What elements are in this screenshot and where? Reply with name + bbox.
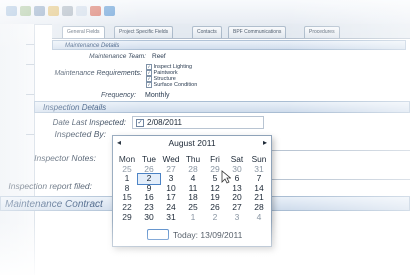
date-value: 2/08/2011: [147, 118, 182, 127]
section-title: Maintenance Details: [65, 43, 120, 49]
sidebar: [0, 24, 35, 275]
tab-bpf-communications[interactable]: BPF Communications: [228, 26, 287, 38]
back-icon[interactable]: [6, 6, 17, 16]
toolbar: [0, 0, 410, 25]
date-last-inspected-label: Date Last Inspected:: [52, 118, 126, 127]
maintenance-requirements-label: Maintenance Requirements:: [54, 70, 142, 77]
calendar-day[interactable]: 2: [204, 212, 226, 223]
calendar-grid: Mon Tue Wed Thu Fri Sat Sun 25 26 27 28 29 30…: [116, 154, 270, 223]
tab-contacts[interactable]: Contacts: [192, 26, 222, 38]
inspection-details-header: Inspection Details: [34, 101, 410, 113]
requirement-label: Surface Condition: [153, 82, 198, 88]
inspection-report-filed-label: Inspection report filed:: [8, 181, 92, 191]
calendar-weeks: 25 26 27 28 29 30 31 1 2 3 4 5 6 7 8 9 10 11 12 13 14 15 16 17 1…: [116, 164, 270, 223]
calendar-month-label[interactable]: August 2011: [113, 138, 271, 148]
requirement-item[interactable]: ✓ Surface Condition: [146, 82, 216, 88]
requirements-list: ✓ Inspect Lighting ✓ Paintwork ✓ Structu…: [146, 64, 216, 88]
home-icon[interactable]: [34, 6, 45, 16]
section-title: Inspection Details: [43, 103, 107, 112]
forward-icon[interactable]: [20, 6, 31, 16]
tab-strip: General Fields Project Specific Fields C…: [52, 24, 410, 39]
calendar-day[interactable]: 1: [182, 212, 204, 223]
next-month-icon[interactable]: ▸: [263, 138, 267, 147]
inspector-notes-field[interactable]: [272, 150, 410, 180]
calendar-day[interactable]: 3: [226, 212, 248, 223]
inspector-notes-label: Inspector Notes:: [34, 153, 96, 163]
print-icon[interactable]: [62, 6, 73, 16]
maintenance-team-label: Maintenance Team:: [89, 53, 146, 60]
section-title: Maintenance Contract: [5, 199, 103, 210]
delete-icon[interactable]: [90, 6, 101, 16]
maintenance-details-header: Maintenance Details: [52, 40, 406, 50]
tab-general-fields[interactable]: General Fields: [62, 26, 105, 38]
calendar-checkbox-icon[interactable]: ✓: [136, 119, 144, 127]
tab-procedures[interactable]: Procedures: [304, 26, 340, 38]
checkbox-icon[interactable]: ✓: [146, 82, 152, 88]
tab-project-specific-fields[interactable]: Project Specific Fields: [114, 26, 174, 38]
date-last-inspected-field[interactable]: ✓ 2/08/2011: [132, 116, 264, 129]
mail-icon[interactable]: [76, 6, 87, 16]
today-button[interactable]: [147, 229, 169, 240]
inspected-by-label: Inspected By:: [54, 129, 106, 139]
calendar-day[interactable]: 29: [116, 212, 138, 223]
calendar-week-row: 29 30 31 1 2 3 4: [116, 212, 270, 223]
calendar-day[interactable]: 31: [160, 212, 182, 223]
help-icon[interactable]: [104, 6, 115, 16]
maintenance-team-value: Reef: [152, 53, 166, 60]
calendar-day[interactable]: 4: [248, 212, 270, 223]
today-label[interactable]: Today: 13/09/2011: [173, 230, 242, 240]
calendar-day[interactable]: 30: [138, 212, 160, 223]
mouse-cursor-icon: [221, 170, 231, 184]
frequency-label: Frequency:: [100, 92, 136, 99]
date-picker-calendar[interactable]: ◂ August 2011 ▸ Mon Tue Wed Thu Fri Sat …: [112, 135, 272, 247]
folder-icon[interactable]: [48, 6, 59, 16]
frequency-value: Monthly: [145, 92, 170, 99]
